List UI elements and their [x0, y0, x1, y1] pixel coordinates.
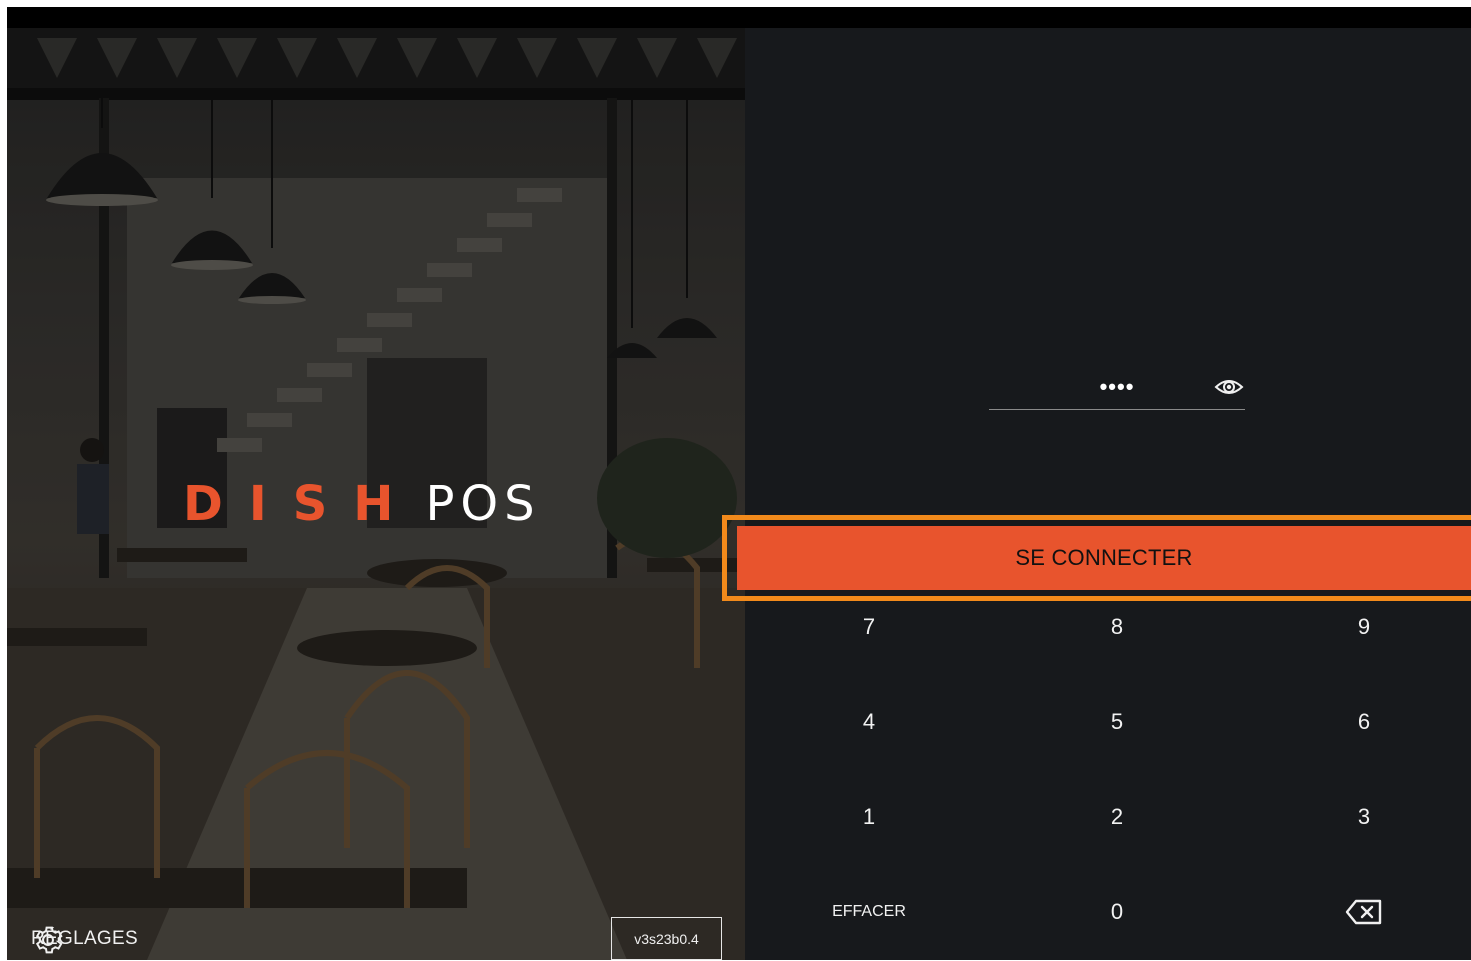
brand-logo-pos: POS — [425, 476, 541, 532]
connect-button[interactable]: SE CONNECTER — [737, 526, 1471, 590]
key-6[interactable]: 6 — [1304, 692, 1424, 752]
pin-input[interactable]: •••• — [989, 368, 1245, 410]
key-7[interactable]: 7 — [809, 597, 929, 657]
key-9[interactable]: 9 — [1304, 597, 1424, 657]
brand-logo-dish: DISH — [183, 476, 420, 532]
backspace-icon — [1345, 899, 1382, 925]
key-5[interactable]: 5 — [1057, 692, 1177, 752]
pin-masked-value: •••• — [1099, 374, 1135, 399]
key-2[interactable]: 2 — [1057, 787, 1177, 847]
clear-button[interactable]: EFFACER — [809, 882, 929, 942]
eye-icon[interactable] — [1214, 376, 1244, 398]
settings-button[interactable]: RÉGLAGES — [31, 923, 138, 955]
brand-logo: DISH POS — [183, 474, 541, 534]
gear-icon — [35, 926, 63, 954]
key-1[interactable]: 1 — [809, 787, 929, 847]
key-0[interactable]: 0 — [1057, 882, 1177, 942]
status-bar — [7, 7, 1471, 28]
app-window: DISH POS RÉGLAGES v3s23b0.4 •••• 7 8 9 4… — [7, 7, 1471, 960]
backspace-button[interactable] — [1304, 882, 1424, 942]
version-badge: v3s23b0.4 — [611, 917, 722, 960]
key-4[interactable]: 4 — [809, 692, 929, 752]
connect-highlight: SE CONNECTER — [722, 515, 1471, 601]
key-3[interactable]: 3 — [1304, 787, 1424, 847]
background-photo: DISH POS RÉGLAGES v3s23b0.4 — [7, 28, 745, 960]
key-8[interactable]: 8 — [1057, 597, 1177, 657]
